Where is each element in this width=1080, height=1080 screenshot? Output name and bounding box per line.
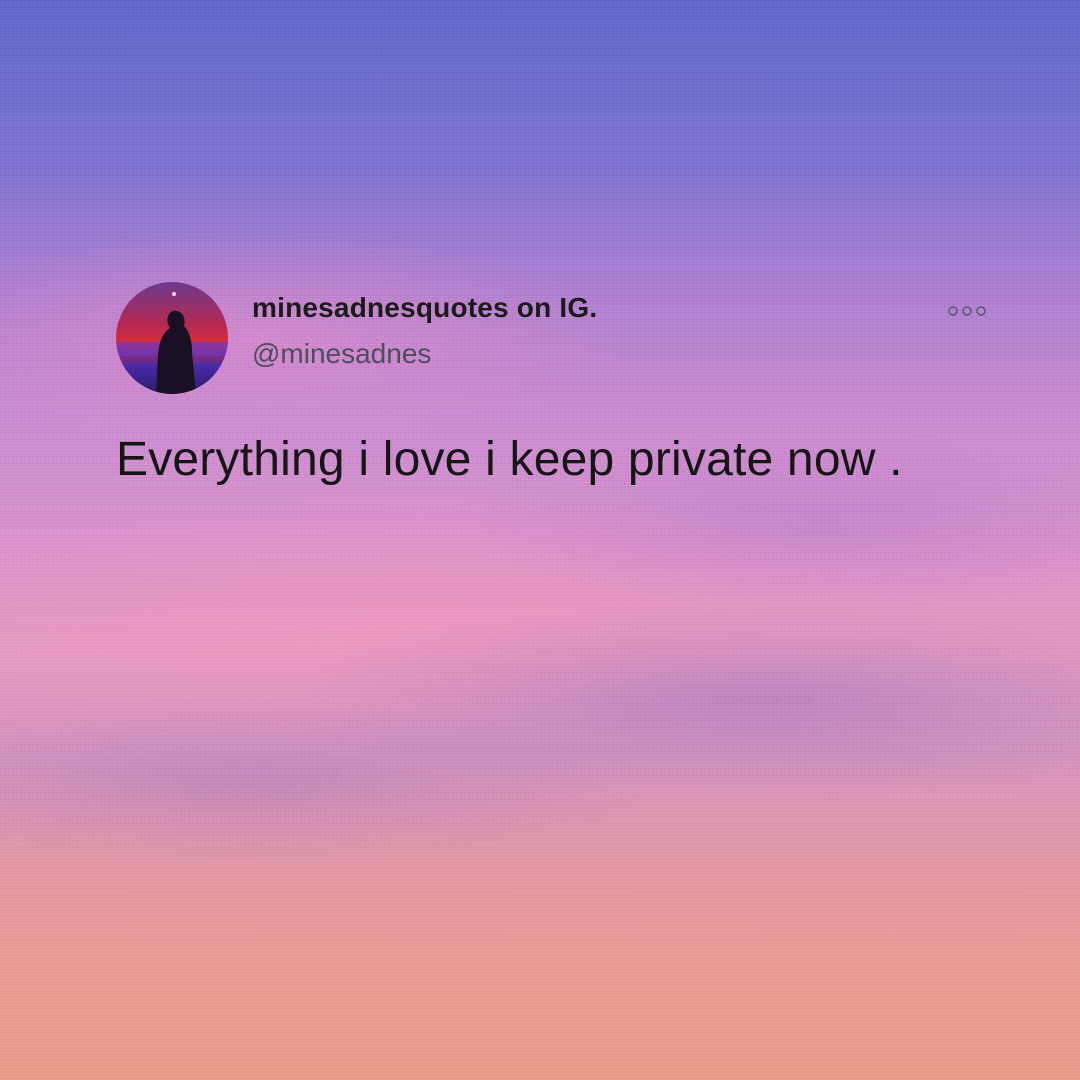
display-name[interactable]: minesadnesquotes on IG. xyxy=(252,292,597,324)
post-text: Everything i love i keep private now . xyxy=(116,433,903,486)
more-options-icon xyxy=(948,306,986,316)
more-options-button[interactable] xyxy=(946,304,988,318)
avatar[interactable] xyxy=(116,282,228,394)
profile-silhouette-avatar-icon xyxy=(116,282,228,394)
film-grain-overlay xyxy=(0,0,1080,1080)
user-handle[interactable]: @minesadnes xyxy=(252,338,431,370)
